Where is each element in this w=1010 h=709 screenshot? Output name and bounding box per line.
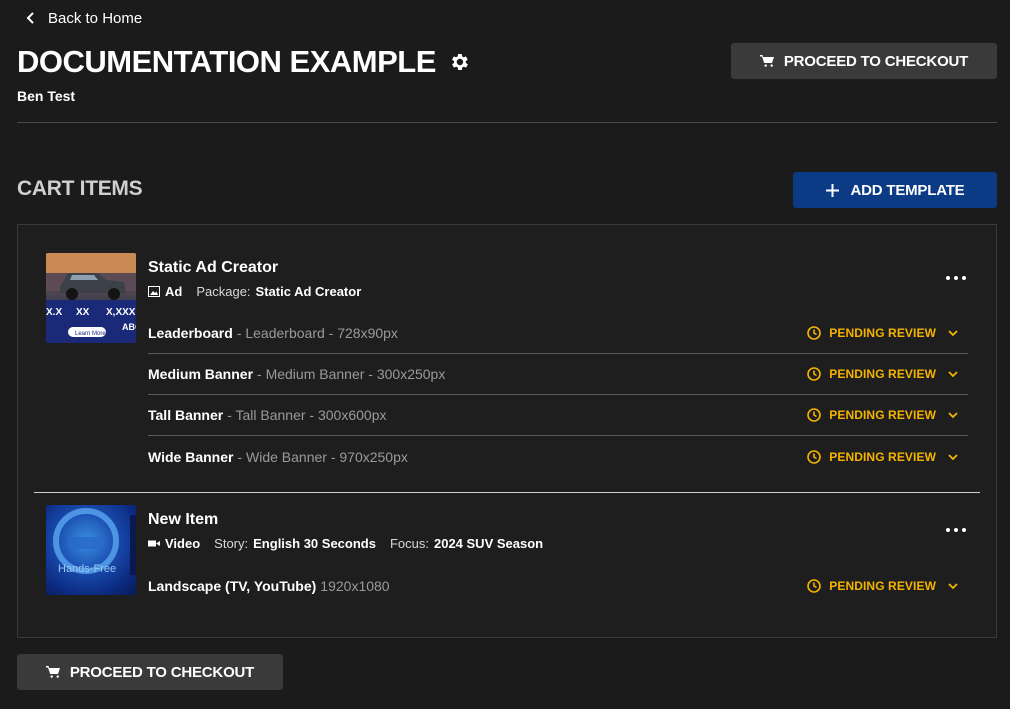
cart-page: Back to Home DOCUMENTATION EXAMPLE Ben T…: [0, 0, 1010, 709]
ad-price-1: X.X: [46, 307, 62, 318]
chevron-down-icon: [948, 582, 958, 589]
add-template-button[interactable]: ADD TEMPLATE: [793, 172, 997, 208]
focus-value: 2024 SUV Season: [433, 536, 544, 551]
cart-icon: [759, 54, 774, 67]
line-item-row: Leaderboard - Leaderboard - 728x90px PEN…: [148, 313, 968, 354]
chevron-down-icon: [948, 453, 958, 460]
line-item-detail: - Tall Banner - 300x600px: [227, 407, 387, 423]
line-item-name: Medium Banner: [148, 366, 254, 382]
line-item-row: Wide Banner - Wide Banner - 970x250px PE…: [148, 436, 968, 477]
status-dropdown[interactable]: PENDING REVIEW: [807, 450, 958, 464]
clock-icon: [807, 578, 822, 593]
more-options-button[interactable]: [946, 272, 966, 284]
line-item-name: Tall Banner: [148, 407, 224, 423]
title-row: DOCUMENTATION EXAMPLE: [17, 42, 470, 82]
clock-icon: [807, 449, 822, 464]
ad-price-2: XX: [76, 307, 90, 318]
clock-icon: [807, 367, 822, 381]
line-item-row: Landscape (TV, YouTube) 1920x1080 PENDIN…: [148, 565, 968, 606]
line-item-row: Medium Banner - Medium Banner - 300x250p…: [148, 354, 968, 395]
page-title: DOCUMENTATION EXAMPLE: [17, 44, 436, 79]
clock-icon: [807, 326, 822, 340]
video-camera-icon: [148, 540, 160, 547]
line-item-name: Landscape (TV, YouTube): [148, 577, 317, 594]
cart-item-separator: [34, 492, 980, 493]
line-item-detail: 1920x1080: [320, 577, 390, 594]
plus-icon: [825, 183, 839, 197]
line-item-row: Tall Banner - Tall Banner - 300x600px PE…: [148, 395, 968, 436]
status-label: PENDING REVIEW: [829, 449, 936, 464]
clock-icon: [807, 408, 822, 422]
status-label: PENDING REVIEW: [829, 326, 936, 340]
line-item-name: Leaderboard: [148, 325, 233, 341]
cart-items-heading: CART ITEMS: [17, 177, 143, 200]
item-type-ad: Ad: [165, 284, 183, 299]
item-type-video: Video: [165, 536, 201, 551]
package-key: Package:: [196, 284, 251, 299]
package-value: Static Ad Creator: [255, 284, 362, 299]
focus-key: Focus:: [389, 536, 429, 551]
status-dropdown[interactable]: PENDING REVIEW: [807, 367, 958, 381]
checkout-label: PROCEED TO CHECKOUT: [69, 663, 255, 681]
story-value: English 30 Seconds: [253, 536, 376, 551]
story-key: Story:: [214, 536, 249, 551]
back-to-home-link[interactable]: Back to Home: [26, 8, 142, 28]
video-thumbnail: Hands-Free: [46, 505, 136, 595]
chevron-left-icon: [26, 12, 34, 24]
ad-cta: Learn More: [75, 331, 106, 337]
status-label: PENDING REVIEW: [829, 578, 936, 593]
line-item-detail: - Leaderboard - 728x90px: [236, 325, 398, 341]
header-divider: [17, 122, 997, 123]
proceed-to-checkout-button-bottom[interactable]: PROCEED TO CHECKOUT: [17, 654, 283, 690]
image-icon: [148, 286, 160, 297]
more-options-button[interactable]: [946, 524, 966, 536]
ad-price-3: X,XXX: [106, 307, 136, 318]
status-dropdown[interactable]: PENDING REVIEW: [807, 326, 958, 340]
line-item-detail: - Medium Banner - 300x250px: [257, 366, 446, 382]
truck-ad-image: X.X XX X,XXX Learn More ABC: [46, 253, 136, 343]
status-label: PENDING REVIEW: [829, 367, 936, 381]
status-label: PENDING REVIEW: [829, 408, 936, 422]
status-dropdown[interactable]: PENDING REVIEW: [807, 579, 958, 593]
page-subtitle: Ben Test: [17, 88, 76, 104]
item-meta-new-item: Video Story: English 30 Seconds Focus: 2…: [148, 536, 543, 551]
more-horizontal-icon: [946, 276, 950, 280]
line-item-name: Wide Banner: [148, 448, 234, 465]
video-overlay-text: Hands-Free: [58, 563, 116, 575]
back-link-label: Back to Home: [48, 9, 143, 27]
chevron-down-icon: [948, 371, 958, 378]
checkout-label: PROCEED TO CHECKOUT: [783, 52, 969, 70]
add-template-label: ADD TEMPLATE: [850, 181, 965, 199]
proceed-to-checkout-button[interactable]: PROCEED TO CHECKOUT: [731, 43, 997, 79]
item-title-new-item: New Item: [148, 511, 219, 528]
cart-icon: [45, 665, 60, 678]
chevron-down-icon: [948, 330, 958, 337]
ad-brand: ABC: [122, 322, 136, 332]
chevron-down-icon: [948, 412, 958, 419]
gear-icon[interactable]: [448, 51, 470, 73]
line-item-detail: - Wide Banner - 970x250px: [237, 448, 408, 465]
more-horizontal-icon: [946, 528, 950, 532]
item-meta-static-ad: Ad Package: Static Ad Creator: [148, 284, 361, 299]
static-ad-thumbnail: X.X XX X,XXX Learn More ABC: [46, 253, 136, 343]
status-dropdown[interactable]: PENDING REVIEW: [807, 408, 958, 422]
item-title-static-ad: Static Ad Creator: [148, 259, 279, 276]
steering-wheel-image: Hands-Free: [53, 508, 136, 575]
